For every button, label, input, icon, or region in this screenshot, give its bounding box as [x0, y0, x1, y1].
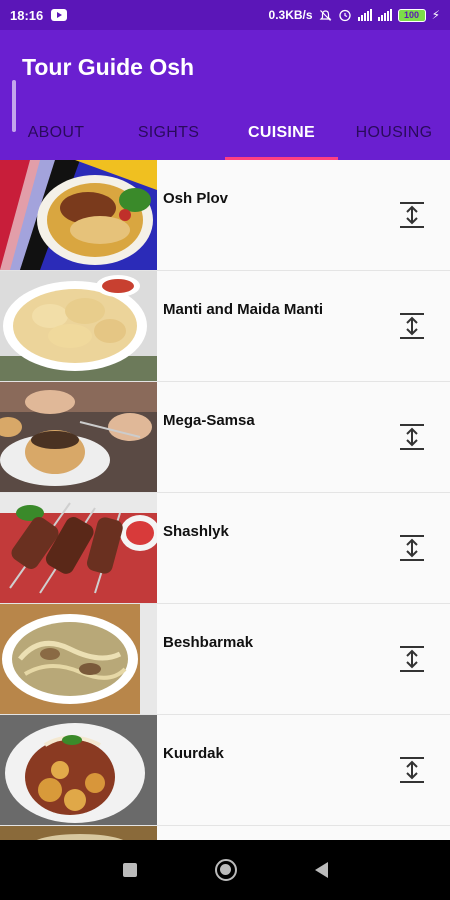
list-item[interactable]: Osh Plov: [0, 160, 450, 271]
status-right: 0.3KB/s 100 ⚡: [269, 8, 440, 22]
expand-icon[interactable]: [397, 422, 427, 452]
signal-icon: [357, 9, 372, 21]
signal-icon: [377, 9, 392, 21]
list-item[interactable]: [0, 826, 450, 840]
item-name: Osh Plov: [163, 190, 229, 207]
list-item[interactable]: Manti and Maida Manti: [0, 271, 450, 382]
list-item[interactable]: Kuurdak: [0, 715, 450, 826]
shashlyk-image: [0, 493, 157, 603]
osh-plov-image: [0, 160, 157, 270]
alarm-icon: [338, 9, 351, 22]
tab-sights[interactable]: SIGHTS: [112, 114, 225, 160]
network-speed: 0.3KB/s: [268, 8, 313, 22]
status-bar: 18:16 0.3KB/s 100 ⚡: [0, 0, 450, 30]
youtube-icon: [51, 9, 68, 21]
cuisine-list: Osh Plov Manti and Maida Manti Mega-Sams…: [0, 160, 450, 840]
expand-icon[interactable]: [397, 755, 427, 785]
item-name: Manti and Maida Manti: [163, 301, 324, 318]
item-name: Beshbarmak: [163, 634, 254, 651]
mega-samsa-image: [0, 382, 157, 492]
system-nav-bar: [0, 840, 450, 900]
expand-icon[interactable]: [397, 533, 427, 563]
charging-icon: ⚡: [431, 8, 440, 22]
list-item[interactable]: Beshbarmak: [0, 604, 450, 715]
item-name: Mega-Samsa: [163, 412, 255, 429]
list-item[interactable]: Mega-Samsa: [0, 382, 450, 493]
battery-icon: 100: [397, 8, 426, 22]
tab-about[interactable]: ABOUT: [0, 114, 112, 160]
mute-icon: [319, 9, 332, 21]
app-title: Tour Guide Osh: [22, 54, 195, 80]
expand-icon[interactable]: [397, 200, 427, 230]
tab-cuisine[interactable]: CUISINE: [225, 114, 338, 160]
tab-bar: ABOUT SIGHTS CUISINE HOUSING: [0, 114, 450, 160]
status-left: 18:16: [10, 7, 68, 23]
home-icon[interactable]: [214, 859, 237, 881]
tab-housing[interactable]: HOUSING: [338, 114, 450, 160]
next-item-image: [0, 826, 157, 840]
expand-icon[interactable]: [397, 311, 427, 341]
clock: 18:16: [10, 7, 44, 23]
battery-level: 100: [404, 10, 420, 20]
recents-icon[interactable]: [122, 863, 137, 877]
manti-image: [0, 271, 157, 381]
expand-icon[interactable]: [397, 644, 427, 674]
back-icon[interactable]: [314, 862, 328, 878]
item-name: Kuurdak: [163, 745, 224, 762]
app-bar: Tour Guide Osh ABOUT SIGHTS CUISINE HOUS…: [0, 30, 450, 160]
list-item[interactable]: Shashlyk: [0, 493, 450, 604]
kuurdak-image: [0, 715, 157, 825]
beshbarmak-image: [0, 604, 157, 714]
item-name: Shashlyk: [163, 523, 229, 540]
